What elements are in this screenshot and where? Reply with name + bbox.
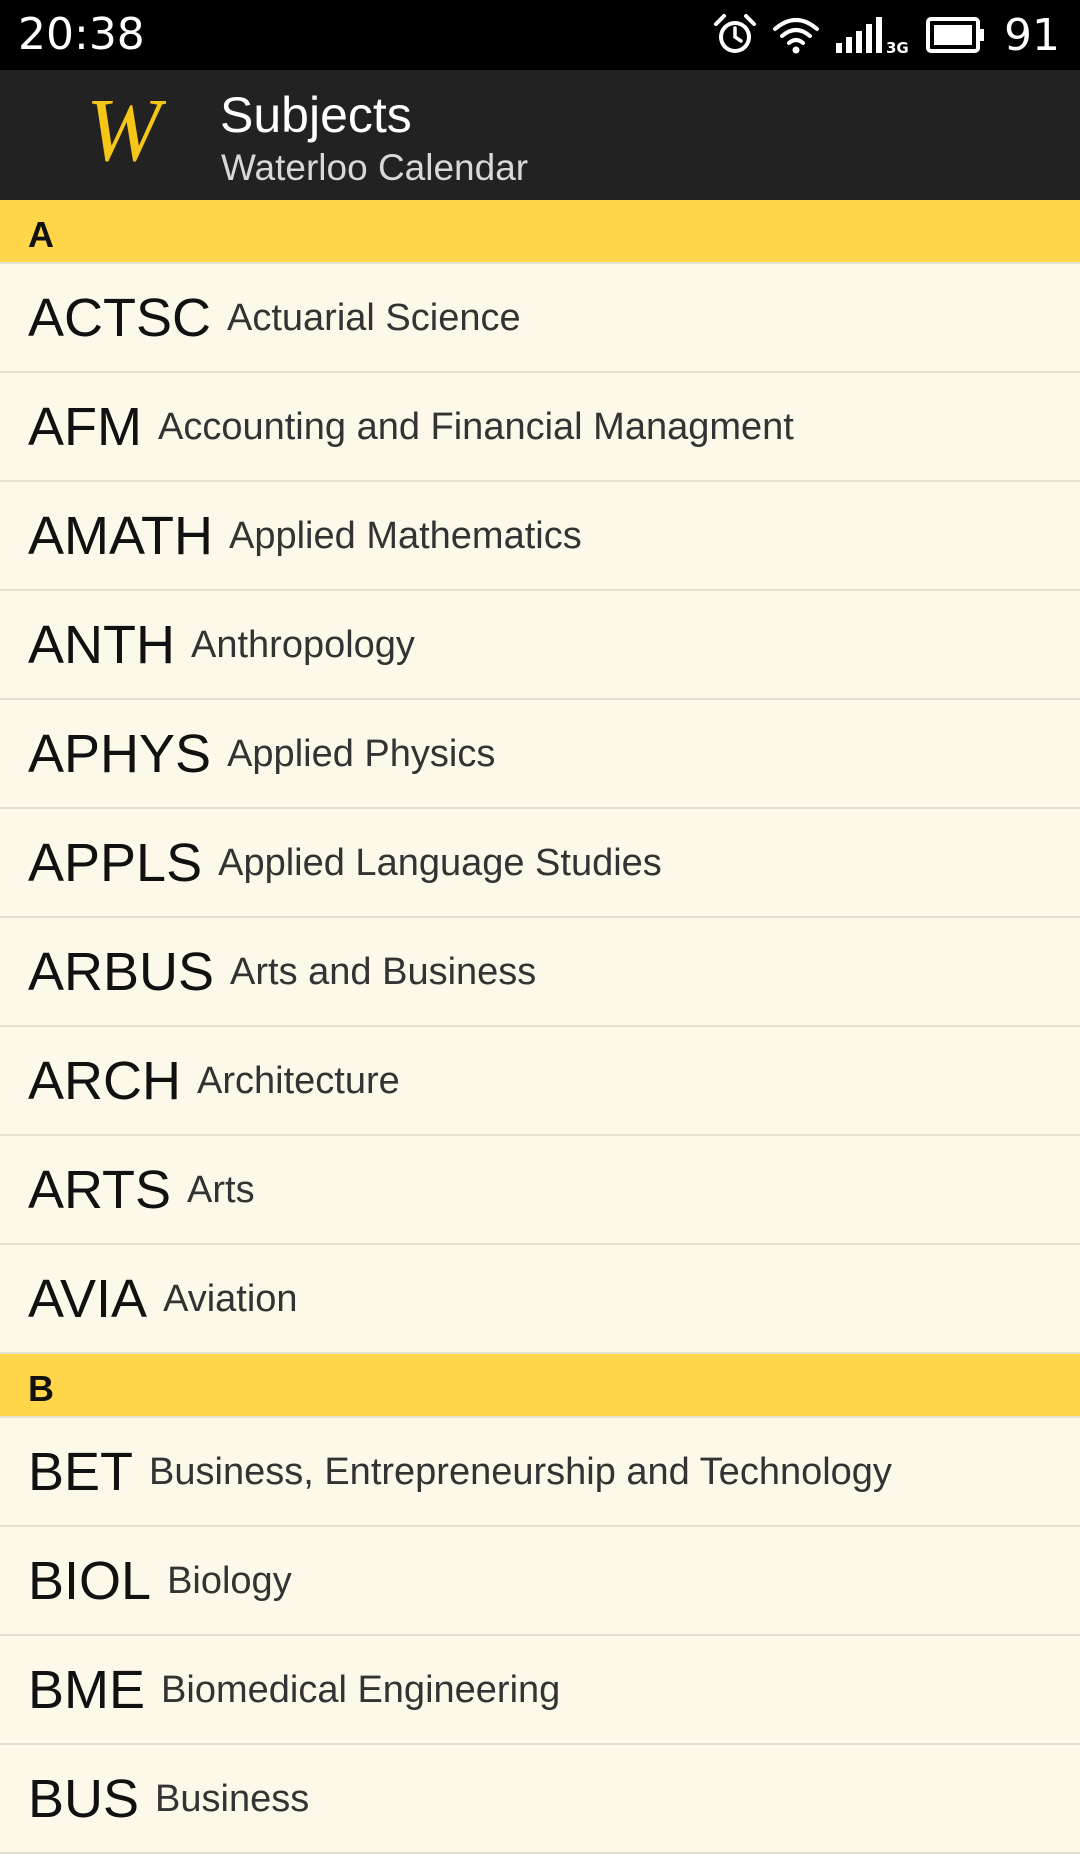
- status-bar: 20:38 3G 91: [0, 0, 1080, 70]
- waterloo-logo-icon: W: [86, 88, 166, 178]
- subject-name: Biomedical Engineering: [161, 1669, 561, 1711]
- cell-signal-icon: 3G: [836, 17, 908, 55]
- page-subtitle: Waterloo Calendar: [221, 147, 529, 188]
- svg-text:W: W: [86, 88, 166, 178]
- subject-row-arch[interactable]: ARCH Architecture: [0, 1027, 1080, 1136]
- subject-code: AFM: [28, 396, 142, 457]
- subject-code: APPLS: [28, 832, 203, 893]
- subject-row-aphys[interactable]: APHYS Applied Physics: [0, 700, 1080, 809]
- network-type: 3G: [886, 39, 908, 55]
- subject-name: Architecture: [197, 1060, 400, 1102]
- subject-list[interactable]: A ACTSC Actuarial Science AFM Accounting…: [0, 200, 1080, 1854]
- subject-code: ARTS: [28, 1159, 172, 1220]
- page-title: Subjects: [220, 87, 412, 143]
- subject-name: Business, Entrepreneurship and Technolog…: [149, 1451, 892, 1493]
- subject-row-arbus[interactable]: ARBUS Arts and Business: [0, 918, 1080, 1027]
- section-letter: A: [28, 214, 54, 255]
- subject-code: BIOL: [28, 1550, 152, 1611]
- alarm-icon: [714, 14, 756, 53]
- subject-row-bet[interactable]: BET Business, Entrepreneurship and Techn…: [0, 1418, 1080, 1527]
- subject-name: Arts and Business: [230, 951, 537, 993]
- subject-row-arts[interactable]: ARTS Arts: [0, 1136, 1080, 1245]
- subject-row-anth[interactable]: ANTH Anthropology: [0, 591, 1080, 700]
- subject-row-biol[interactable]: BIOL Biology: [0, 1527, 1080, 1636]
- subject-name: Applied Mathematics: [229, 515, 582, 557]
- battery-icon: [926, 17, 984, 53]
- subject-row-amath[interactable]: AMATH Applied Mathematics: [0, 482, 1080, 591]
- subject-code: ANTH: [28, 614, 175, 675]
- subject-code: AMATH: [28, 505, 213, 566]
- subject-row-appls[interactable]: APPLS Applied Language Studies: [0, 809, 1080, 918]
- subject-row-afm[interactable]: AFM Accounting and Financial Managment: [0, 373, 1080, 482]
- subject-code: ARCH: [28, 1050, 182, 1111]
- subject-name: Aviation: [163, 1278, 298, 1320]
- subject-name: Actuarial Science: [227, 297, 521, 339]
- section-header-a: A: [0, 200, 1080, 264]
- subject-code: AVIA: [28, 1268, 148, 1329]
- subject-name: Applied Physics: [227, 733, 496, 775]
- subject-name: Biology: [167, 1560, 292, 1602]
- subject-row-bme[interactable]: BME Biomedical Engineering: [0, 1636, 1080, 1745]
- subject-row-actsc[interactable]: ACTSC Actuarial Science: [0, 264, 1080, 373]
- app-bar: W Subjects Waterloo Calendar: [0, 70, 1080, 200]
- subject-code: BME: [28, 1659, 146, 1720]
- status-time: 20:38: [18, 9, 145, 60]
- wifi-icon: [773, 18, 819, 54]
- subject-name: Accounting and Financial Managment: [158, 406, 794, 448]
- subject-code: ACTSC: [28, 287, 212, 348]
- section-header-b: B: [0, 1354, 1080, 1418]
- subject-name: Anthropology: [191, 624, 415, 666]
- status-icons: 3G 91: [712, 0, 1080, 70]
- subject-row-avia[interactable]: AVIA Aviation: [0, 1245, 1080, 1354]
- subject-code: BET: [28, 1441, 134, 1502]
- subject-name: Arts: [187, 1169, 255, 1211]
- subject-name: Applied Language Studies: [218, 842, 662, 884]
- section-letter: B: [28, 1368, 54, 1409]
- subject-code: APHYS: [28, 723, 212, 784]
- battery-level: 91: [1004, 9, 1060, 61]
- subject-code: BUS: [28, 1768, 140, 1829]
- subject-code: ARBUS: [28, 941, 215, 1002]
